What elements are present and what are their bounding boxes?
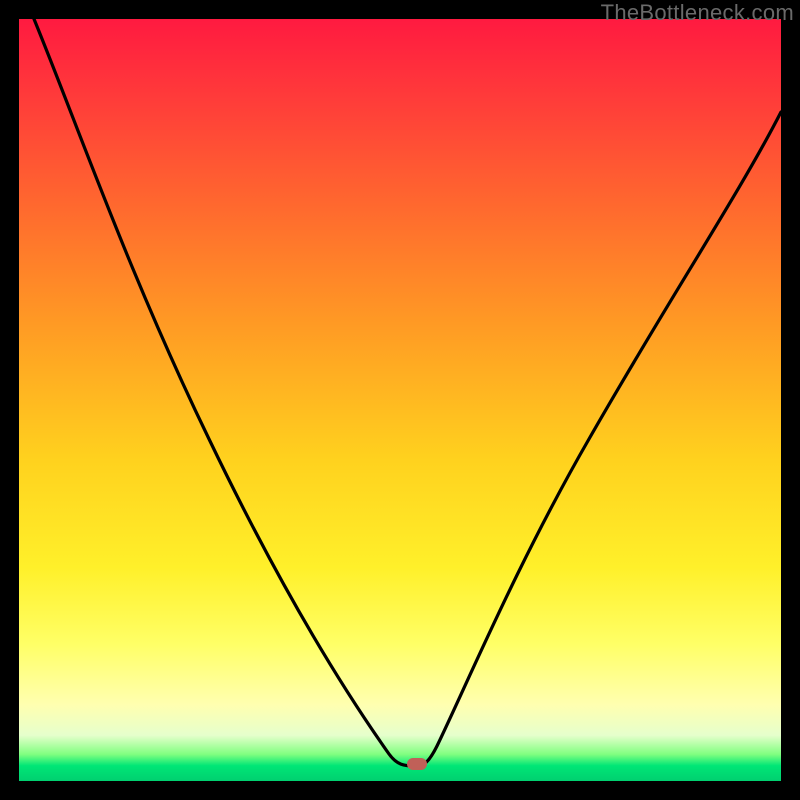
plot-area xyxy=(19,19,781,781)
optimum-marker xyxy=(407,758,427,770)
bottleneck-curve xyxy=(19,19,781,781)
watermark-text: TheBottleneck.com xyxy=(601,0,794,26)
chart-frame: TheBottleneck.com xyxy=(0,0,800,800)
curve-path xyxy=(34,19,781,766)
